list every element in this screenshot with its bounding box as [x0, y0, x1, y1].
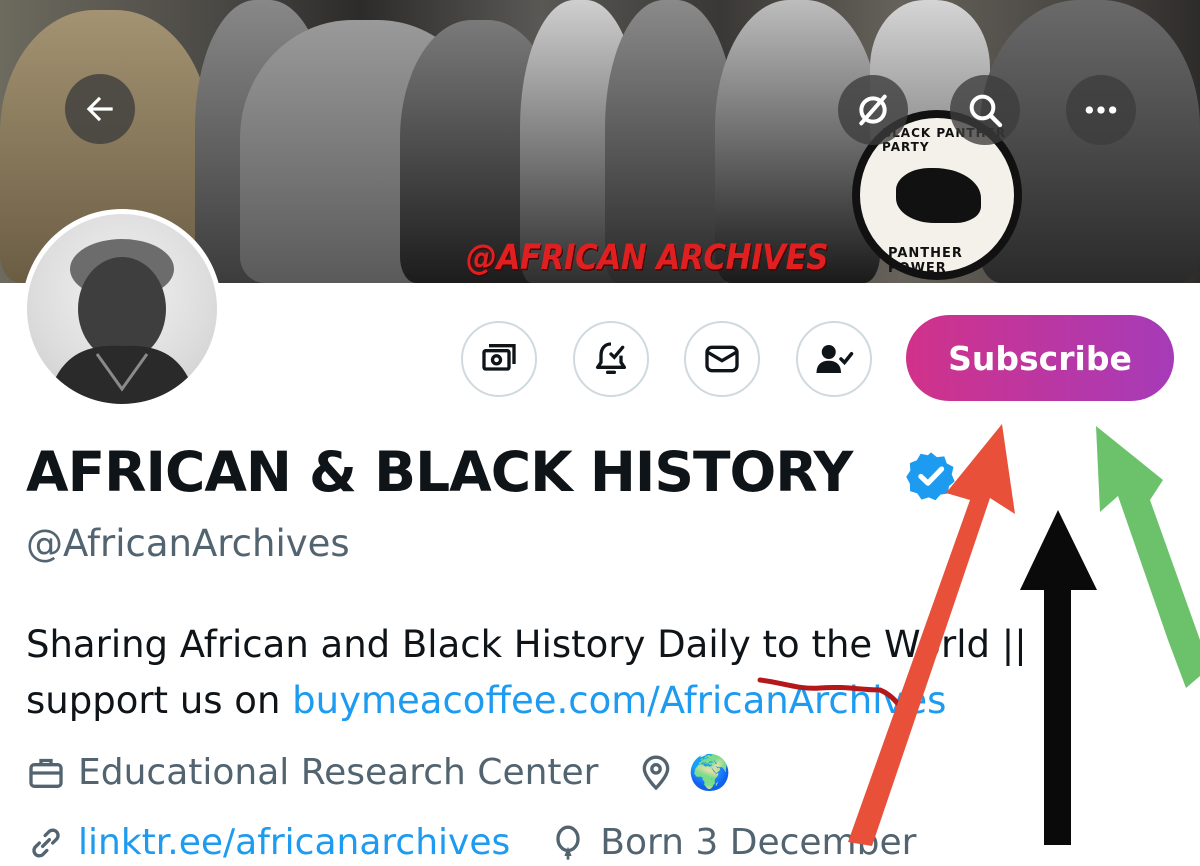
- profile-location: 🌍: [688, 752, 731, 793]
- grok-icon: [859, 94, 887, 126]
- location-pin-icon: [643, 755, 670, 790]
- profile-category: Educational Research Center: [78, 752, 599, 793]
- more-button[interactable]: [1066, 75, 1136, 145]
- more-horizontal-icon: [1085, 106, 1117, 114]
- profile-website[interactable]: linktr.ee/africanarchives: [78, 822, 510, 863]
- bio-link[interactable]: buymeacoffee.com/AfricanArchives: [292, 679, 946, 722]
- money-icon: [482, 344, 516, 371]
- profile-bio: Sharing African and Black History Daily …: [26, 617, 1126, 729]
- meta-row-website-birthday: linktr.ee/africanarchives Born 3 Decembe…: [26, 822, 916, 863]
- search-icon: [969, 94, 1003, 128]
- logo-bottom-text: PANTHER POWER: [888, 246, 963, 276]
- meta-row-category-location: Educational Research Center 🌍: [26, 752, 731, 793]
- following-button[interactable]: [796, 321, 872, 397]
- search-button[interactable]: [950, 75, 1020, 145]
- user-check-icon: [816, 345, 854, 373]
- subscribe-button[interactable]: Subscribe: [906, 315, 1174, 401]
- back-button[interactable]: [65, 74, 135, 144]
- tip-button[interactable]: [461, 321, 537, 397]
- profile-handle: @AfricanArchives: [26, 522, 350, 565]
- notifications-button[interactable]: [573, 321, 649, 397]
- grok-button[interactable]: [838, 75, 908, 145]
- profile-birthday: Born 3 December: [600, 822, 917, 863]
- banner-watermark: @AFRICAN ARCHIVES: [466, 237, 829, 279]
- message-button[interactable]: [684, 321, 760, 397]
- balloon-icon: [556, 825, 580, 860]
- verified-badge-icon[interactable]: [904, 449, 958, 503]
- display-name: AFRICAN & BLACK HISTORY: [26, 440, 853, 504]
- profile-avatar[interactable]: [22, 209, 222, 409]
- arrow-left-icon: [86, 96, 113, 122]
- mail-icon: [705, 345, 739, 373]
- avatar-portrait: [47, 239, 197, 404]
- panther-silhouette: [896, 168, 981, 223]
- briefcase-icon: [29, 758, 63, 788]
- link-icon: [32, 828, 60, 857]
- bell-check-icon: [596, 342, 626, 374]
- avatar-image: [27, 214, 217, 404]
